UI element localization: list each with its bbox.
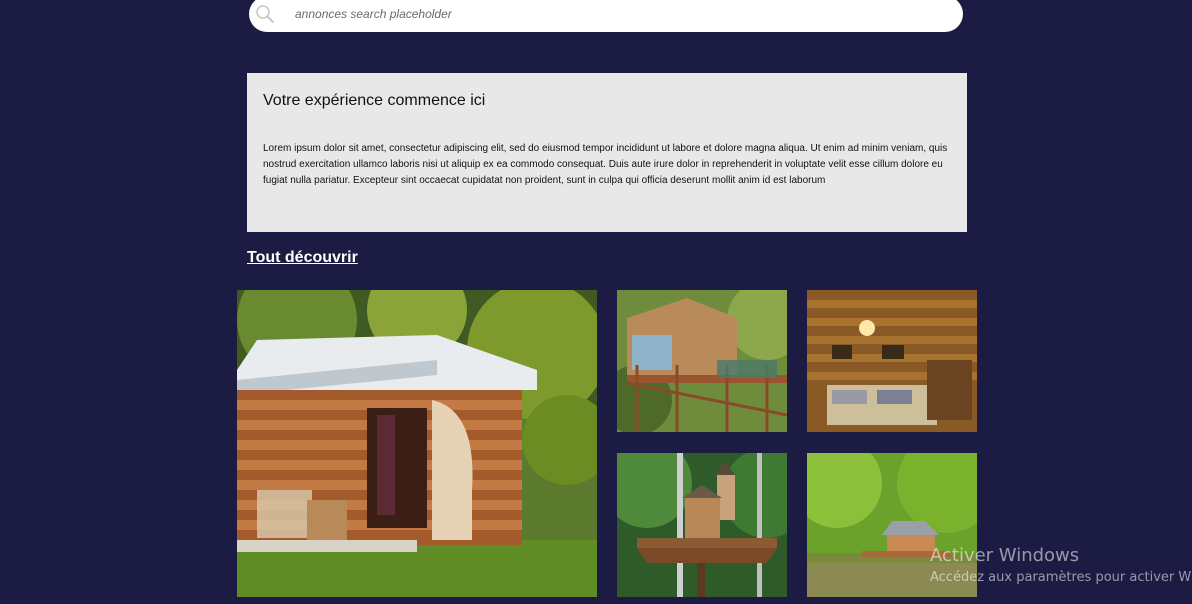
- discover-all-link[interactable]: Tout découvrir: [247, 249, 358, 267]
- forest-treehouse-tower-photo[interactable]: [617, 453, 787, 597]
- page: Votre expérience commence ici Lorem ipsu…: [0, 0, 1192, 604]
- watermark-subtitle: Accédez aux paramètres pour activer W: [930, 570, 1192, 585]
- windows-activation-watermark: Activer Windows Accédez aux paramètres p…: [930, 545, 1191, 587]
- cabin-bedroom-photo[interactable]: [807, 290, 977, 432]
- intro-title: Votre expérience commence ici: [263, 92, 486, 109]
- watermark-title: Activer Windows: [930, 545, 1080, 566]
- treehouse-deck-photo[interactable]: [617, 290, 787, 432]
- search-icon: [253, 2, 277, 26]
- search-bar[interactable]: [249, 0, 963, 32]
- intro-text: Lorem ipsum dolor sit amet, consectetur …: [263, 143, 948, 186]
- search-input[interactable]: [295, 1, 935, 27]
- log-cabin-photo[interactable]: [237, 290, 597, 597]
- intro-panel: Votre expérience commence ici Lorem ipsu…: [247, 73, 967, 232]
